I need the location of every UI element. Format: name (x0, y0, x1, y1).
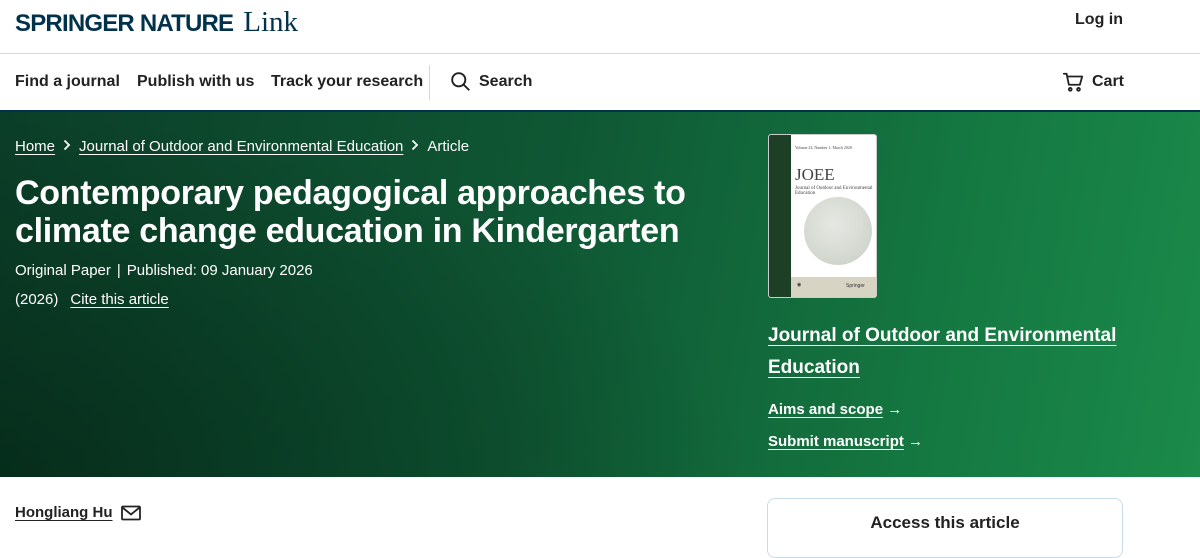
society-logo-icon: ◉ (797, 282, 802, 288)
access-article-panel: Access this article (767, 498, 1123, 558)
chevron-right-icon (411, 139, 419, 154)
cover-abbreviation: JOEE (795, 165, 835, 184)
breadcrumb-journal[interactable]: Journal of Outdoor and Environmental Edu… (79, 138, 403, 155)
aims-and-scope-link[interactable]: Aims and scope → (768, 401, 902, 418)
logo-brand-b: Nature (139, 10, 234, 37)
cart-label: Cart (1092, 73, 1125, 90)
breadcrumb-current: Article (427, 138, 470, 155)
cover-journal-name: Journal of Outdoor and Environmental Edu… (795, 186, 873, 196)
login-link[interactable]: Log in (1075, 11, 1123, 29)
author-name-link[interactable]: Hongliang Hu (15, 504, 113, 521)
breadcrumb: Home Journal of Outdoor and Environmenta… (15, 138, 469, 155)
arrow-right-icon: → (908, 433, 924, 450)
search-button[interactable]: Search (450, 71, 532, 92)
cover-spine (769, 135, 791, 297)
email-icon[interactable] (120, 505, 141, 521)
journal-title-link[interactable]: Journal of Outdoor and Environmental Edu… (768, 320, 1128, 384)
search-icon (451, 72, 470, 91)
aims-label: Aims and scope (768, 401, 884, 418)
submit-manuscript-link[interactable]: Submit manuscript → (768, 433, 923, 450)
nav-divider (429, 65, 430, 100)
logo-brand: Springer Nature (15, 10, 234, 38)
cover-volume: Volume 23, Number 1, March 2020 (795, 145, 852, 150)
globe-illustration (804, 197, 872, 265)
publish-date: Published: 09 January 2026 (126, 262, 313, 279)
article-hero: Home Journal of Outdoor and Environmenta… (0, 112, 1200, 477)
nav-track-research[interactable]: Track your research (271, 73, 423, 91)
author-line: Hongliang Hu (15, 504, 141, 521)
journal-cover-image[interactable]: Volume 23, Number 1, March 2020 JOEE Jou… (768, 134, 877, 298)
cart-icon (1062, 72, 1084, 92)
logo-brand-a: Springer (15, 10, 135, 37)
article-year: (2026) (15, 291, 59, 308)
search-label: Search (479, 72, 533, 90)
cover-footer: ◉ Springer (791, 277, 876, 297)
cart-button[interactable]: Cart (1062, 71, 1124, 93)
logo-product: Link (243, 6, 299, 38)
main-nav: Find a journal Publish with us Track you… (0, 54, 1200, 112)
chevron-right-icon (63, 139, 71, 154)
cite-this-article-link[interactable]: Cite this article (70, 291, 168, 308)
submit-label: Submit manuscript (768, 433, 904, 450)
breadcrumb-home[interactable]: Home (15, 138, 55, 155)
access-article-heading: Access this article (870, 513, 1020, 532)
top-header: Springer Nature Link Log in (0, 0, 1200, 54)
cover-publisher: Springer (846, 283, 865, 289)
meta-separator: | (116, 262, 121, 279)
article-citation-line: (2026) Cite this article (15, 291, 169, 308)
springer-nature-link-logo[interactable]: Springer Nature Link (15, 6, 298, 38)
nav-find-journal[interactable]: Find a journal (15, 73, 120, 91)
article-title: Contemporary pedagogical approaches to c… (15, 174, 686, 250)
article-meta: Original Paper | Published: 09 January 202… (15, 262, 313, 279)
arrow-right-icon: → (887, 401, 903, 418)
article-type: Original Paper (15, 262, 111, 279)
nav-publish-with-us[interactable]: Publish with us (137, 73, 254, 91)
